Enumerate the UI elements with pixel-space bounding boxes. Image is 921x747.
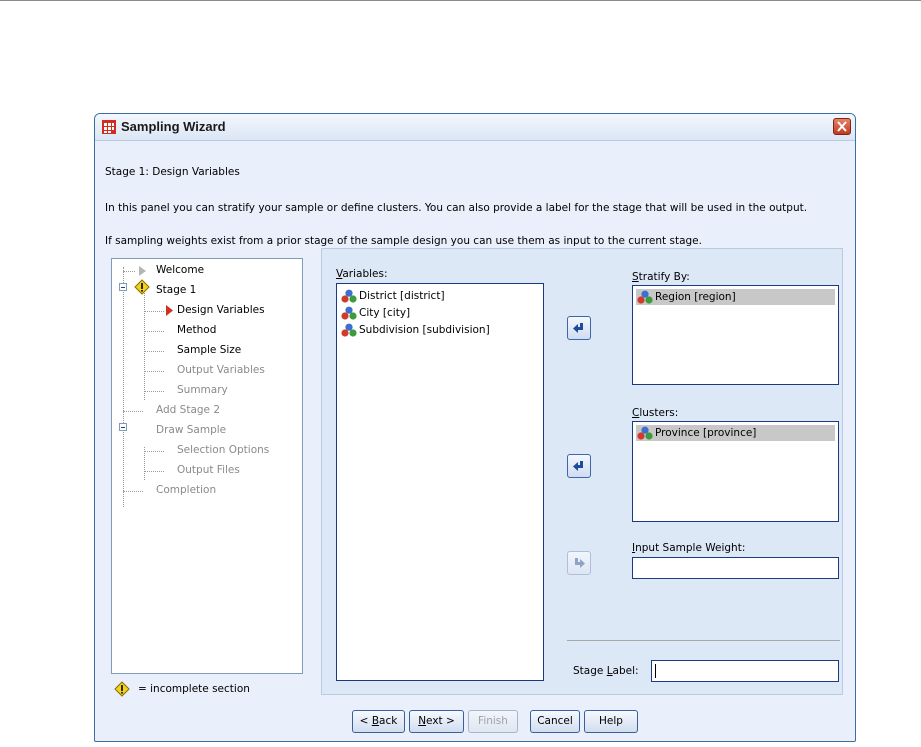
next-button[interactable]: Next > bbox=[409, 710, 464, 733]
move-to-stratify-button[interactable] bbox=[567, 316, 591, 340]
nominal-measure-icon bbox=[637, 290, 653, 304]
input-sample-weight-field[interactable] bbox=[632, 557, 839, 579]
nav-stage-1[interactable]: Stage 1 bbox=[156, 284, 196, 296]
arrow-left-icon bbox=[573, 323, 583, 333]
nominal-measure-icon bbox=[341, 306, 357, 320]
tree-line bbox=[144, 331, 164, 332]
tree-line bbox=[144, 471, 164, 472]
weights-note: If sampling weights exist from a prior s… bbox=[105, 235, 702, 247]
cancel-button[interactable]: Cancel bbox=[530, 710, 580, 733]
warning-icon bbox=[134, 279, 150, 295]
nav-sample-size[interactable]: Sample Size bbox=[177, 344, 241, 356]
list-item-label: Region [region] bbox=[655, 291, 736, 303]
tree-line bbox=[123, 411, 143, 412]
separator bbox=[567, 640, 840, 641]
variables-list[interactable]: District [district] City [city] Subdivis… bbox=[336, 283, 544, 681]
nominal-measure-icon bbox=[341, 323, 357, 337]
variables-label: Variables: bbox=[336, 268, 388, 280]
completed-arrow-icon bbox=[139, 266, 146, 276]
list-item[interactable]: City [city] bbox=[340, 305, 410, 321]
wizard-navigation-tree[interactable]: Welcome Stage 1 Design Variables Method … bbox=[111, 258, 303, 674]
nominal-measure-icon bbox=[637, 426, 653, 440]
clusters-list[interactable]: Province [province] bbox=[632, 421, 839, 522]
tree-line bbox=[123, 267, 124, 507]
list-item-label: Subdivision [subdivision] bbox=[359, 324, 490, 336]
warning-icon bbox=[114, 681, 130, 697]
move-to-clusters-button[interactable] bbox=[567, 454, 591, 478]
description-text: In this panel you can stratify your samp… bbox=[105, 202, 808, 214]
stage-label-label: Stage Label: bbox=[573, 665, 639, 677]
nominal-measure-icon bbox=[341, 289, 357, 303]
close-button[interactable] bbox=[833, 118, 851, 135]
tree-line bbox=[123, 271, 135, 272]
list-item[interactable]: District [district] bbox=[340, 288, 445, 304]
nav-output-variables[interactable]: Output Variables bbox=[177, 364, 265, 376]
stratify-by-label: Stratify By: bbox=[632, 271, 690, 283]
collapse-icon[interactable] bbox=[119, 283, 127, 291]
tree-line bbox=[144, 451, 164, 452]
list-item-label: District [district] bbox=[359, 290, 445, 302]
arrow-right-icon bbox=[575, 558, 585, 568]
nav-summary[interactable]: Summary bbox=[177, 384, 228, 396]
clusters-label: Clusters: bbox=[632, 407, 679, 419]
stage-label-field[interactable] bbox=[651, 660, 839, 682]
tree-line bbox=[144, 371, 164, 372]
move-to-weight-button[interactable] bbox=[567, 551, 591, 575]
nav-design-variables[interactable]: Design Variables bbox=[177, 304, 265, 316]
nav-method[interactable]: Method bbox=[177, 324, 216, 336]
title-bar[interactable]: Sampling Wizard bbox=[95, 114, 855, 141]
tree-line bbox=[144, 311, 164, 312]
nav-completion[interactable]: Completion bbox=[156, 484, 216, 496]
nav-selection-options[interactable]: Selection Options bbox=[177, 444, 269, 456]
text-cursor bbox=[655, 664, 656, 678]
arrow-left-icon bbox=[573, 461, 583, 471]
design-variables-panel: Variables: District [district] City [cit… bbox=[321, 248, 843, 695]
nav-output-files[interactable]: Output Files bbox=[177, 464, 240, 476]
nav-draw-sample[interactable]: Draw Sample bbox=[156, 424, 226, 436]
sampling-wizard-dialog: Sampling Wizard Stage 1: Design Variable… bbox=[94, 113, 856, 742]
list-item[interactable]: Province [province] bbox=[636, 425, 835, 441]
close-icon bbox=[837, 121, 847, 132]
stage-heading: Stage 1: Design Variables bbox=[105, 166, 240, 178]
tree-line bbox=[144, 351, 164, 352]
back-button[interactable]: < Back bbox=[352, 710, 405, 733]
input-sample-weight-label: Input Sample Weight: bbox=[632, 542, 746, 554]
spss-table-icon bbox=[102, 120, 116, 134]
stratify-by-list[interactable]: Region [region] bbox=[632, 285, 839, 385]
window-title: Sampling Wizard bbox=[121, 119, 226, 134]
finish-button[interactable]: Finish bbox=[468, 710, 518, 733]
nav-welcome[interactable]: Welcome bbox=[156, 264, 204, 276]
tree-line bbox=[123, 491, 143, 492]
tree-line bbox=[144, 391, 164, 392]
list-item-label: City [city] bbox=[359, 307, 411, 319]
tree-line bbox=[144, 287, 145, 400]
collapse-icon[interactable] bbox=[119, 423, 127, 431]
incomplete-legend: = incomplete section bbox=[138, 683, 250, 695]
list-item[interactable]: Region [region] bbox=[636, 289, 835, 305]
list-item[interactable]: Subdivision [subdivision] bbox=[340, 322, 490, 338]
page-top-rule bbox=[0, 0, 921, 1]
list-item-label: Province [province] bbox=[655, 427, 757, 439]
nav-add-stage-2[interactable]: Add Stage 2 bbox=[156, 404, 220, 416]
current-step-arrow-icon bbox=[166, 305, 173, 316]
help-button[interactable]: Help bbox=[584, 710, 638, 733]
